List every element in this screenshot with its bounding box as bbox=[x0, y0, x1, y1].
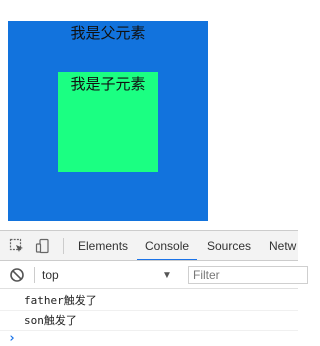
son-element[interactable]: 我是子元素 bbox=[58, 72, 158, 172]
log-divider bbox=[0, 330, 298, 331]
devtools-tabbar: Elements Console Sources Netw bbox=[0, 231, 298, 261]
console-log-line: father触发了 bbox=[24, 294, 97, 307]
tab-sources[interactable]: Sources bbox=[199, 231, 259, 260]
filter-input[interactable] bbox=[188, 266, 308, 284]
devtools-panel: Elements Console Sources Netw top ▼ fath… bbox=[0, 230, 308, 346]
tab-elements[interactable]: Elements bbox=[70, 231, 136, 260]
log-divider bbox=[0, 310, 298, 311]
father-element[interactable]: 我是父元素 我是子元素 bbox=[8, 21, 208, 221]
tab-console[interactable]: Console bbox=[137, 231, 198, 260]
clear-console-icon[interactable] bbox=[9, 267, 25, 283]
console-filter-bar: top ▼ bbox=[0, 261, 308, 289]
device-toolbar-icon[interactable] bbox=[35, 238, 51, 254]
console-prompt-icon[interactable]: › bbox=[8, 331, 16, 346]
console-log-line: son触发了 bbox=[24, 314, 77, 327]
filter-separator bbox=[34, 267, 35, 283]
tab-network[interactable]: Netw bbox=[261, 231, 298, 260]
caret-down-icon[interactable]: ▼ bbox=[162, 270, 172, 281]
son-label: 我是子元素 bbox=[70, 75, 146, 93]
inspect-element-icon[interactable] bbox=[9, 238, 25, 254]
tab-separator bbox=[63, 238, 64, 254]
father-label: 我是父元素 bbox=[70, 24, 146, 42]
context-select[interactable]: top bbox=[42, 261, 59, 289]
